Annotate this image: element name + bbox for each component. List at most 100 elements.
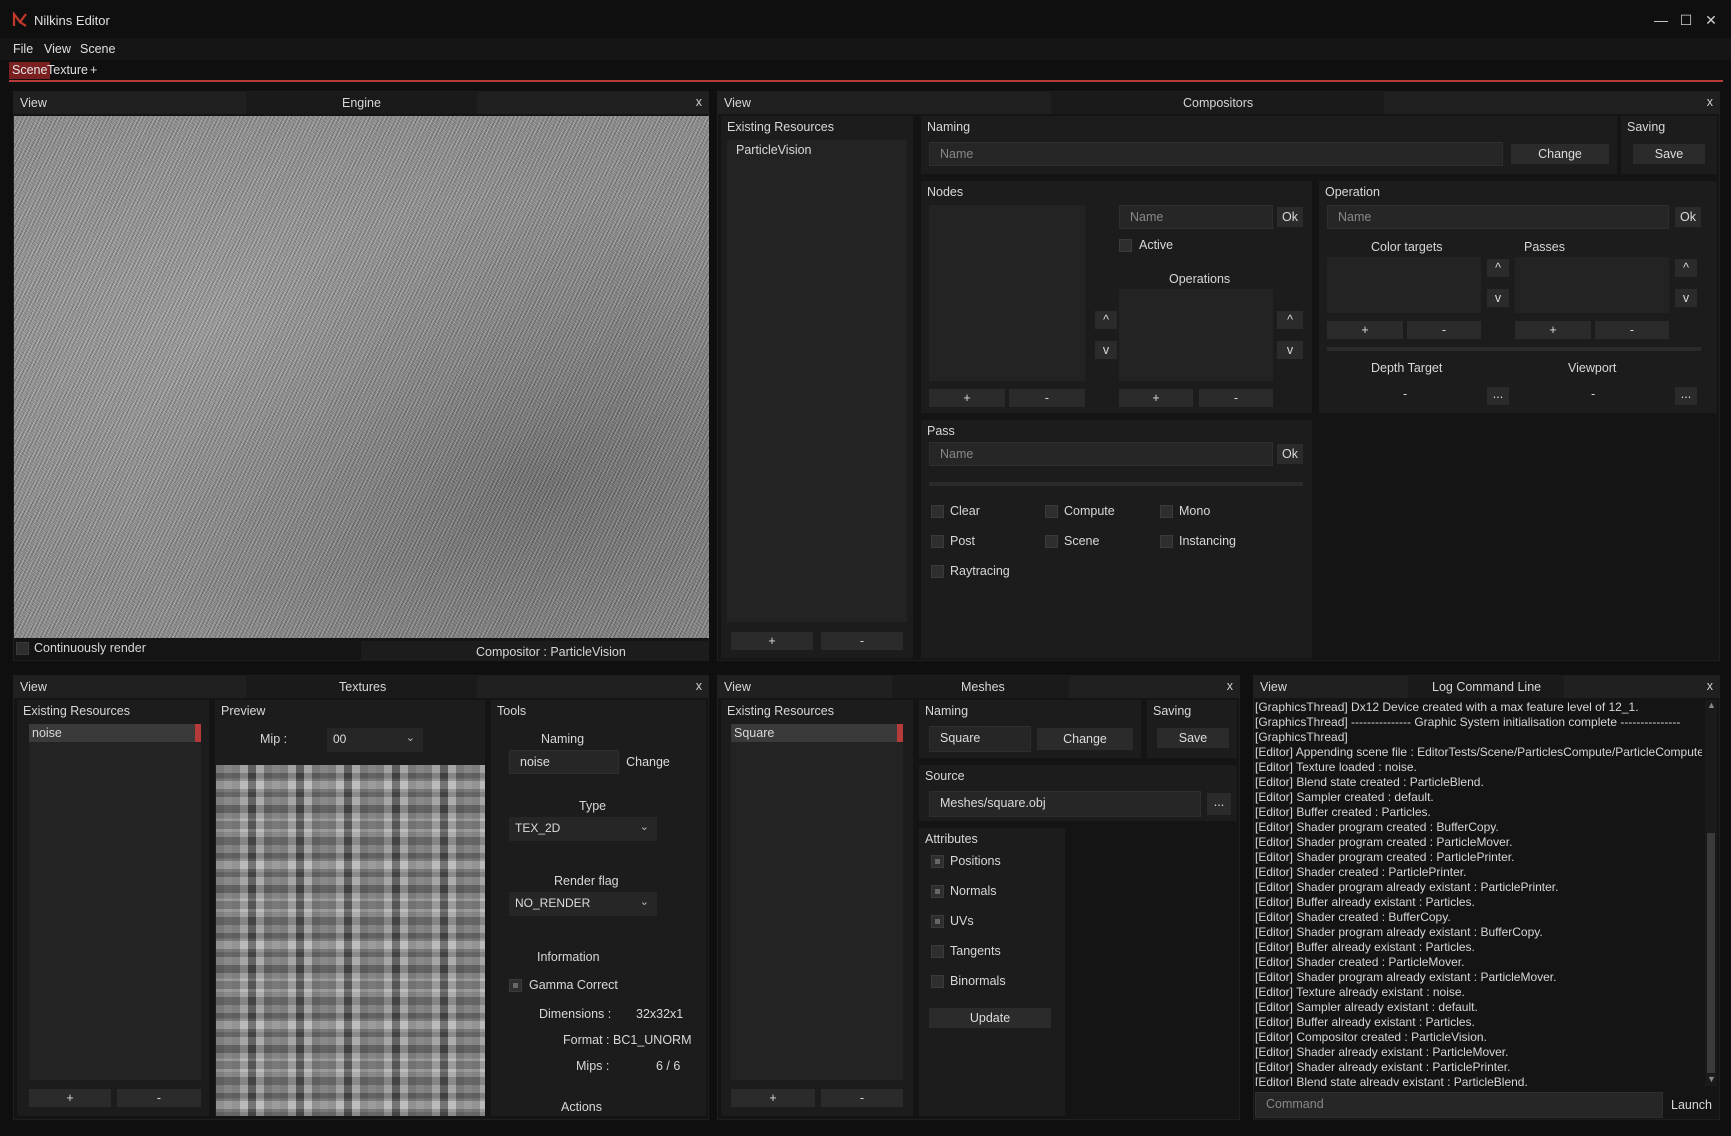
add-compositor-button[interactable]: +	[731, 632, 813, 650]
mesh-name-input[interactable]: Square	[929, 726, 1031, 752]
menu-view[interactable]: View	[44, 42, 71, 56]
add-operation-button[interactable]: +	[1119, 389, 1193, 407]
pass-up-button[interactable]: ^	[1675, 259, 1697, 277]
operation-move-up-button[interactable]: ^	[1277, 311, 1303, 329]
tab-texture[interactable]: Texture	[47, 63, 88, 77]
compositors-view-menu[interactable]: View	[724, 96, 751, 110]
engine-close-button[interactable]: x	[696, 95, 702, 109]
render-flag-dropdown[interactable]: NO_RENDER ⌄	[509, 892, 657, 916]
attribute-tangents-checkbox[interactable]	[931, 945, 944, 958]
mip-dropdown[interactable]: 00 ⌄	[327, 728, 423, 752]
add-texture-button[interactable]: +	[29, 1089, 111, 1107]
texture-name-input[interactable]: noise	[509, 750, 619, 774]
maximize-button[interactable]: ☐	[1677, 11, 1695, 29]
pass-name-input[interactable]: Name	[929, 442, 1273, 466]
menu-scene[interactable]: Scene	[80, 42, 115, 56]
continuously-render-checkbox[interactable]	[16, 642, 29, 655]
attribute-positions-checkbox[interactable]	[931, 855, 944, 868]
attribute-binormals-checkbox[interactable]	[931, 975, 944, 988]
texture-type-dropdown[interactable]: TEX_2D ⌄	[509, 817, 657, 841]
node-active-checkbox[interactable]	[1119, 239, 1132, 252]
engine-render-viewport[interactable]	[14, 116, 709, 638]
node-name-input[interactable]: Name	[1119, 205, 1273, 229]
log-close-button[interactable]: x	[1707, 679, 1713, 693]
color-targets-list[interactable]	[1327, 257, 1481, 313]
remove-mesh-button[interactable]: -	[821, 1089, 903, 1107]
list-item-label: Square	[734, 726, 775, 740]
node-move-down-button[interactable]: v	[1095, 341, 1117, 359]
add-pass-button[interactable]: +	[1515, 321, 1591, 339]
operation-ok-button[interactable]: Ok	[1675, 207, 1701, 227]
log-scrollbar-thumb[interactable]	[1707, 833, 1715, 1073]
meshes-view-menu[interactable]: View	[724, 680, 751, 694]
compositor-name-input[interactable]: Name	[929, 142, 1503, 166]
remove-operation-button[interactable]: -	[1199, 389, 1273, 407]
mesh-attributes-section: Attributes Positions Normals UVs Tangent…	[919, 828, 1065, 1116]
operations-list[interactable]	[1119, 289, 1273, 381]
attribute-normals-checkbox[interactable]	[931, 885, 944, 898]
mesh-change-button[interactable]: Change	[1037, 728, 1133, 750]
remove-texture-button[interactable]: -	[117, 1089, 201, 1107]
add-mesh-button[interactable]: +	[731, 1089, 815, 1107]
scroll-up-icon[interactable]: ▲	[1707, 700, 1716, 710]
color-target-up-button[interactable]: ^	[1487, 259, 1509, 277]
textures-close-button[interactable]: x	[696, 679, 702, 693]
pass-mono-checkbox[interactable]	[1160, 505, 1173, 518]
pass-clear-checkbox[interactable]	[931, 505, 944, 518]
pass-post-checkbox[interactable]	[931, 535, 944, 548]
mesh-update-button[interactable]: Update	[929, 1008, 1051, 1028]
passes-list[interactable]	[1515, 257, 1669, 313]
meshes-close-button[interactable]: x	[1227, 679, 1233, 693]
tab-scene[interactable]: Scene	[9, 62, 51, 79]
add-color-target-button[interactable]: +	[1327, 321, 1403, 339]
attribute-uvs-checkbox[interactable]	[931, 915, 944, 928]
command-input[interactable]: Command	[1255, 1092, 1663, 1118]
compositor-change-button[interactable]: Change	[1511, 144, 1609, 164]
pass-compute-checkbox[interactable]	[1045, 505, 1058, 518]
texture-change-button[interactable]: Change	[623, 752, 673, 772]
texture-resources-list[interactable]: noise	[29, 724, 201, 1080]
passes-label: Passes	[1524, 240, 1565, 254]
mesh-source-input[interactable]: Meshes/square.obj	[929, 791, 1201, 817]
mesh-resources-list[interactable]: Square	[731, 724, 903, 1080]
log-scrollbar[interactable]: ▲ ▼	[1705, 700, 1717, 1086]
pass-instancing-checkbox[interactable]	[1160, 535, 1173, 548]
add-tab-button[interactable]: +	[90, 63, 97, 77]
menu-file[interactable]: File	[13, 42, 33, 56]
remove-node-button[interactable]: -	[1009, 389, 1085, 407]
node-ok-button[interactable]: Ok	[1277, 207, 1303, 227]
operation-name-input[interactable]: Name	[1327, 205, 1669, 229]
launch-button[interactable]: Launch	[1671, 1098, 1712, 1112]
list-item[interactable]: ParticleVision	[736, 143, 812, 157]
compositor-resources-list[interactable]: ParticleVision	[727, 140, 907, 622]
remove-compositor-button[interactable]: -	[821, 632, 903, 650]
textures-view-menu[interactable]: View	[20, 680, 47, 694]
log-view-menu[interactable]: View	[1260, 680, 1287, 694]
nodes-list[interactable]	[929, 205, 1085, 381]
operation-move-down-button[interactable]: v	[1277, 341, 1303, 359]
remove-color-target-button[interactable]: -	[1407, 321, 1481, 339]
close-window-button[interactable]: ✕	[1702, 11, 1720, 29]
mesh-source-browse-button[interactable]: ...	[1207, 793, 1231, 815]
compositor-save-button[interactable]: Save	[1633, 144, 1705, 164]
viewport-browse-button[interactable]: ...	[1675, 387, 1697, 405]
depth-target-browse-button[interactable]: ...	[1487, 387, 1509, 405]
list-item[interactable]: noise	[29, 724, 201, 742]
color-target-down-button[interactable]: v	[1487, 289, 1509, 307]
pass-title: Pass	[927, 424, 955, 438]
add-node-button[interactable]: +	[929, 389, 1005, 407]
pass-scene-checkbox[interactable]	[1045, 535, 1058, 548]
remove-pass-button[interactable]: -	[1595, 321, 1669, 339]
engine-view-menu[interactable]: View	[20, 96, 47, 110]
node-move-up-button[interactable]: ^	[1095, 311, 1117, 329]
list-item[interactable]: Square	[731, 724, 903, 742]
mesh-save-button[interactable]: Save	[1157, 728, 1229, 748]
pass-down-button[interactable]: v	[1675, 289, 1697, 307]
compositors-close-button[interactable]: x	[1707, 95, 1713, 109]
gamma-correct-checkbox[interactable]	[509, 979, 522, 992]
compositor-saving-section: Saving Save	[1621, 116, 1717, 174]
pass-ok-button[interactable]: Ok	[1277, 444, 1303, 464]
minimize-button[interactable]: —	[1652, 11, 1670, 29]
scroll-down-icon[interactable]: ▼	[1707, 1074, 1716, 1084]
pass-raytracing-checkbox[interactable]	[931, 565, 944, 578]
